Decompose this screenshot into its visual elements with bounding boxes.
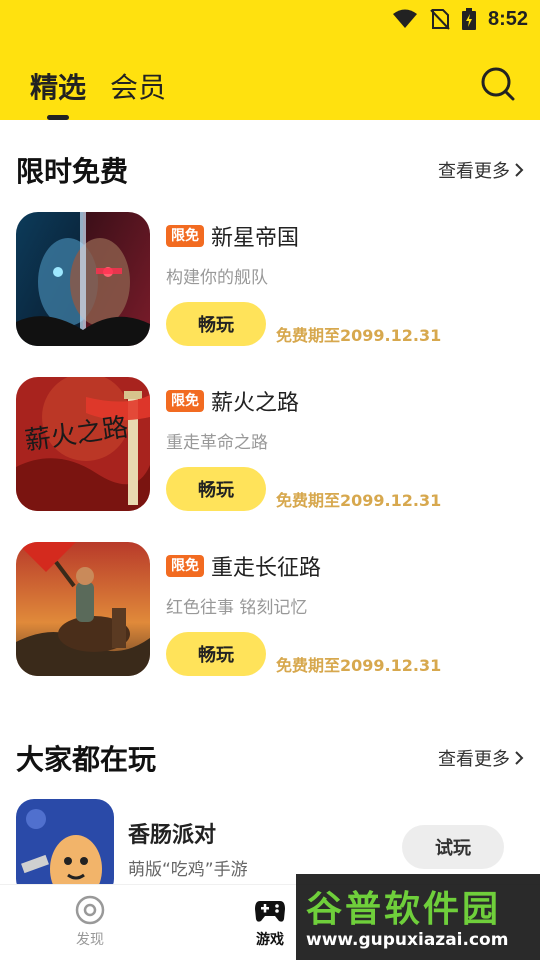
game-card: 薪火之路 限免 薪火之路 重走革命之路 畅玩 免费期至2099.12.31: [16, 377, 524, 513]
limited-free-badge: 限免: [166, 390, 204, 412]
nav-item-discover[interactable]: 发现: [50, 895, 130, 949]
game-description: 萌版“吃鸡”手游: [128, 860, 248, 880]
try-button[interactable]: 试玩: [402, 825, 504, 869]
game-name[interactable]: 重走长征路: [211, 550, 321, 582]
tab-featured-label: 精选: [30, 71, 87, 104]
no-sim-icon: [430, 9, 450, 30]
play-button[interactable]: 畅玩: [166, 467, 266, 511]
game-thumbnail[interactable]: 薪火之路: [16, 377, 150, 511]
status-time: 8:52: [487, 7, 528, 30]
active-tab-indicator: [47, 115, 69, 120]
nav-label: 游戏: [256, 932, 284, 948]
tab-featured[interactable]: 精选: [30, 66, 87, 120]
see-more-link[interactable]: 查看更多: [438, 745, 524, 771]
limited-free-header: 限时免费 查看更多: [16, 150, 524, 190]
play-button[interactable]: 畅玩: [166, 302, 266, 346]
game-info: 香肠派对 萌版“吃鸡”手游: [128, 817, 248, 880]
tab-member-label: 会员: [110, 71, 167, 104]
game-description: 红色往事 铭刻记忆: [166, 598, 308, 618]
tab-member[interactable]: 会员: [110, 66, 166, 106]
free-until-text: 免费期至2099.12.31: [276, 656, 442, 675]
section-title: 大家都在玩: [16, 743, 157, 776]
game-description: 构建你的舰队: [166, 268, 268, 288]
gamepad-icon: [255, 901, 285, 922]
free-until-text: 免费期至2099.12.31: [276, 491, 442, 510]
discover-icon: [75, 895, 105, 925]
battery-charging-icon: [461, 8, 476, 30]
game-card: 限免 新星帝国 构建你的舰队 畅玩 免费期至2099.12.31: [16, 212, 524, 348]
chevron-right-icon: [515, 751, 524, 765]
game-info: 限免 新星帝国 构建你的舰队: [166, 220, 524, 288]
play-button[interactable]: 畅玩: [166, 632, 266, 676]
nav-label: 发现: [76, 932, 104, 948]
see-more-link[interactable]: 查看更多: [438, 157, 524, 183]
watermark-title: 谷普软件园: [306, 889, 502, 930]
free-until-text: 免费期至2099.12.31: [276, 326, 442, 345]
game-card: 限免 重走长征路 红色往事 铭刻记忆 畅玩 免费期至2099.12.31: [16, 542, 524, 678]
game-name[interactable]: 薪火之路: [211, 385, 299, 417]
watermark-url: www.gupuxiazai.com: [306, 930, 509, 950]
game-thumbnail[interactable]: [16, 799, 114, 897]
top-tabs: 精选 会员: [30, 66, 166, 120]
section-title: 限时免费: [16, 155, 129, 188]
game-description: 重走革命之路: [166, 433, 268, 453]
limited-free-badge: 限免: [166, 225, 204, 247]
game-info: 限免 薪火之路 重走革命之路: [166, 385, 524, 453]
popular-header: 大家都在玩 查看更多: [16, 738, 524, 778]
limited-free-badge: 限免: [166, 555, 204, 577]
game-name[interactable]: 香肠派对: [128, 817, 248, 849]
top-header: 8:52 精选 会员: [0, 0, 540, 120]
search-icon[interactable]: [480, 66, 516, 102]
game-thumbnail[interactable]: [16, 212, 150, 346]
game-name[interactable]: 新星帝国: [211, 220, 299, 252]
see-more-label: 查看更多: [438, 749, 510, 770]
game-thumbnail[interactable]: [16, 542, 150, 676]
game-info: 限免 重走长征路 红色往事 铭刻记忆: [166, 550, 524, 618]
status-bar: 8:52: [392, 0, 540, 38]
wifi-icon: [392, 9, 417, 28]
see-more-label: 查看更多: [438, 161, 510, 182]
chevron-right-icon: [515, 163, 524, 177]
watermark: 谷普软件园 www.gupuxiazai.com: [296, 874, 540, 960]
